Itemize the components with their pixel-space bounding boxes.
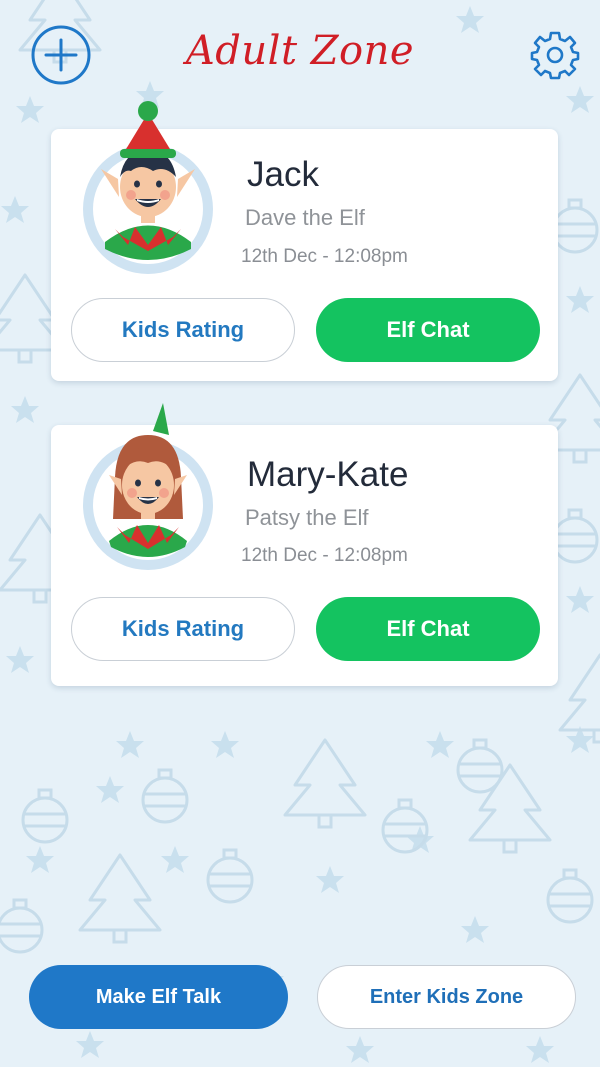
enter-kids-zone-button[interactable]: Enter Kids Zone xyxy=(317,965,576,1029)
last-activity-date: 12th Dec - 12:08pm xyxy=(241,246,408,267)
elf-name: Patsy the Elf xyxy=(245,505,369,530)
app-header: Adult Zone xyxy=(0,0,600,110)
kids-rating-button[interactable]: Kids Rating xyxy=(71,597,295,661)
kids-rating-button[interactable]: Kids Rating xyxy=(71,298,295,362)
elf-chat-button[interactable]: Elf Chat xyxy=(316,298,540,362)
boy-elf-avatar-icon xyxy=(83,101,213,274)
elf-chat-button[interactable]: Elf Chat xyxy=(316,597,540,661)
elf-name: Dave the Elf xyxy=(245,205,365,230)
elf-card: Jack Dave the Elf 12th Dec - 12:08pm Kid… xyxy=(51,101,558,381)
child-name: Mary-Kate xyxy=(247,455,409,494)
elf-card: Mary-Kate Patsy the Elf 12th Dec - 12:08… xyxy=(51,403,558,686)
child-name: Jack xyxy=(247,155,319,194)
page-title: Adult Zone xyxy=(185,28,415,74)
last-activity-date: 12th Dec - 12:08pm xyxy=(241,545,408,566)
settings-button[interactable] xyxy=(530,30,580,80)
girl-elf-avatar-icon xyxy=(83,403,213,570)
make-elf-talk-button[interactable]: Make Elf Talk xyxy=(29,965,288,1029)
gear-icon xyxy=(530,31,580,80)
